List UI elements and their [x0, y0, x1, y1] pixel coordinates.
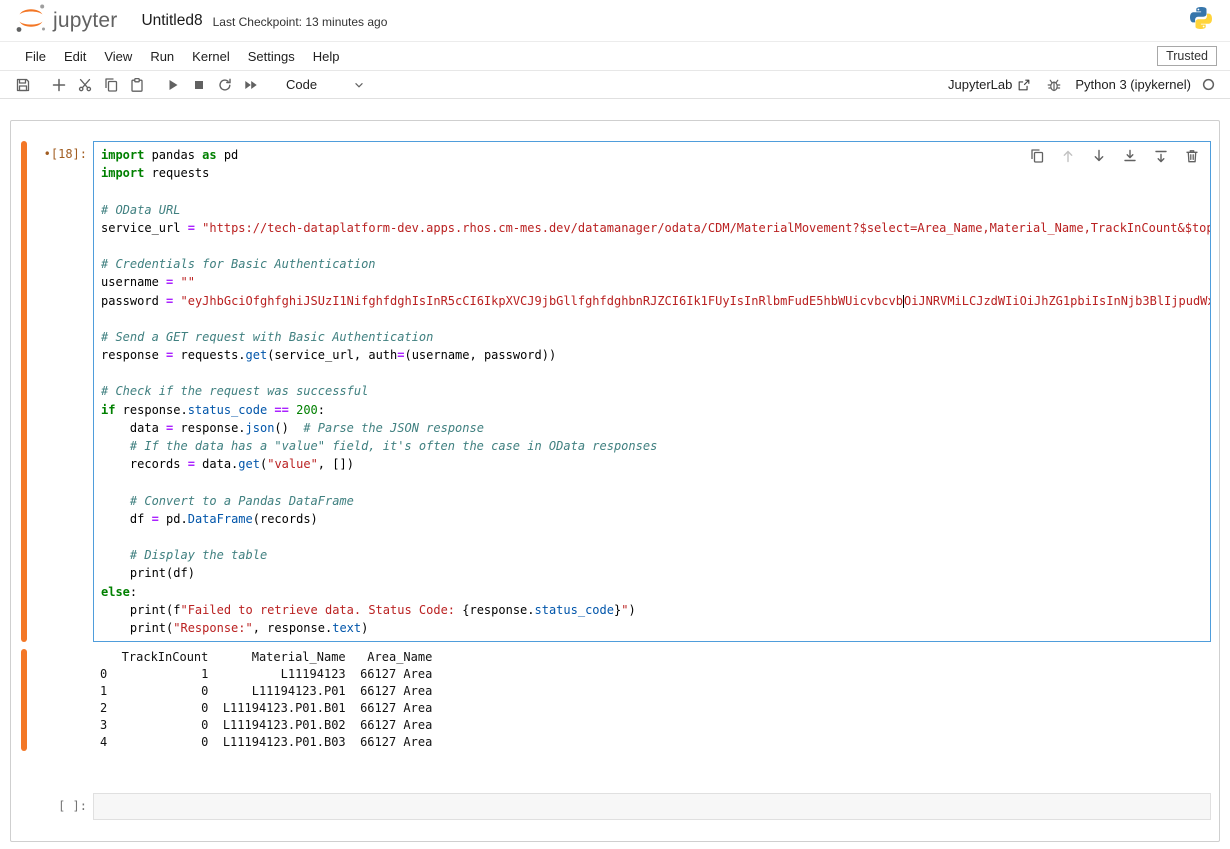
run-icon [165, 77, 181, 93]
output-prompt [27, 649, 93, 751]
empty-cell-editor[interactable] [93, 793, 1211, 820]
insert-cell-below-icon [1153, 148, 1169, 164]
empty-cell-prompt: [ ]: [27, 793, 93, 820]
python-logo-icon [1188, 5, 1214, 36]
restart-run-all-button[interactable] [238, 73, 264, 97]
insert-cell-button[interactable] [46, 73, 72, 97]
copy-icon [103, 77, 119, 93]
duplicate-cell-icon [1029, 148, 1045, 164]
empty-cell-gutter: [ ]: [11, 793, 93, 820]
run-cell-button[interactable] [160, 73, 186, 97]
duplicate-cell-button[interactable] [1024, 144, 1050, 168]
open-jupyterlab-link[interactable]: JupyterLab [948, 77, 1031, 92]
move-cell-up-icon [1060, 148, 1076, 164]
external-link-icon [1017, 78, 1031, 92]
plus-icon [51, 77, 67, 93]
cell-gutter: •[18]: [11, 141, 93, 642]
debugger-bug-icon [1046, 77, 1062, 93]
paste-icon [129, 77, 145, 93]
kernel-name[interactable]: Python 3 (ipykernel) [1075, 77, 1191, 92]
cell-type-dropdown[interactable]: Code [282, 75, 370, 94]
delete-cell-button[interactable] [1179, 144, 1205, 168]
stop-icon [191, 77, 207, 93]
fast-forward-icon [243, 77, 259, 93]
chevron-down-icon [352, 78, 366, 92]
jupyter-wordmark: jupyter [53, 9, 117, 33]
menu-settings[interactable]: Settings [239, 49, 304, 64]
delete-cell-icon [1184, 148, 1200, 164]
menu-edit[interactable]: Edit [55, 49, 95, 64]
interrupt-kernel-button[interactable] [186, 73, 212, 97]
move-cell-down-icon [1091, 148, 1107, 164]
output-text: TrackInCount Material_Name Area_Name0 1 … [93, 649, 1219, 751]
menu-bar: File Edit View Run Kernel Settings Help … [0, 42, 1230, 71]
empty-code-cell: [ ]: [11, 793, 1219, 820]
menu-view[interactable]: View [95, 49, 141, 64]
move-cell-up-button[interactable] [1055, 144, 1081, 168]
jupyter-logo-icon [14, 2, 48, 39]
code-editor[interactable]: import pandas as pdimport requests # ODa… [93, 141, 1211, 642]
insert-cell-above-button[interactable] [1117, 144, 1143, 168]
menu-help[interactable]: Help [304, 49, 349, 64]
move-cell-down-button[interactable] [1086, 144, 1112, 168]
notebook-title[interactable]: Untitled8 [141, 12, 202, 30]
notebook-panel: •[18]: import pandas as pdimport request… [10, 120, 1220, 842]
menu-file[interactable]: File [16, 49, 55, 64]
execution-prompt: •[18]: [27, 141, 93, 642]
menu-kernel[interactable]: Kernel [183, 49, 239, 64]
kernel-status-icon [1201, 77, 1216, 92]
cell-toolbar [1024, 144, 1205, 168]
cell-type-value: Code [286, 77, 317, 92]
cut-scissors-icon [77, 77, 93, 93]
save-button[interactable] [10, 73, 36, 97]
save-icon [15, 77, 31, 93]
top-header: jupyter Untitled8 Last Checkpoint: 13 mi… [0, 0, 1230, 42]
menu-run[interactable]: Run [141, 49, 183, 64]
code-cell: •[18]: import pandas as pdimport request… [11, 141, 1219, 642]
notebook-toolbar: Code JupyterLab Python 3 (ipykernel) [0, 71, 1230, 99]
insert-cell-below-button[interactable] [1148, 144, 1174, 168]
paste-cells-button[interactable] [124, 73, 150, 97]
checkpoint-status: Last Checkpoint: 13 minutes ago [213, 15, 388, 29]
jupyter-app: jupyter Untitled8 Last Checkpoint: 13 mi… [0, 0, 1230, 842]
output-gutter [11, 649, 93, 751]
restart-icon [217, 77, 233, 93]
restart-kernel-button[interactable] [212, 73, 238, 97]
copy-cells-button[interactable] [98, 73, 124, 97]
jupyter-logo[interactable]: jupyter [14, 2, 117, 39]
code-editor-lines: import pandas as pdimport requests # ODa… [101, 146, 1203, 637]
trusted-button[interactable]: Trusted [1157, 46, 1217, 66]
debugger-button[interactable] [1041, 73, 1067, 97]
insert-cell-above-icon [1122, 148, 1138, 164]
jupyterlab-label: JupyterLab [948, 77, 1012, 92]
cell-output-area: TrackInCount Material_Name Area_Name0 1 … [11, 649, 1219, 751]
cut-cells-button[interactable] [72, 73, 98, 97]
